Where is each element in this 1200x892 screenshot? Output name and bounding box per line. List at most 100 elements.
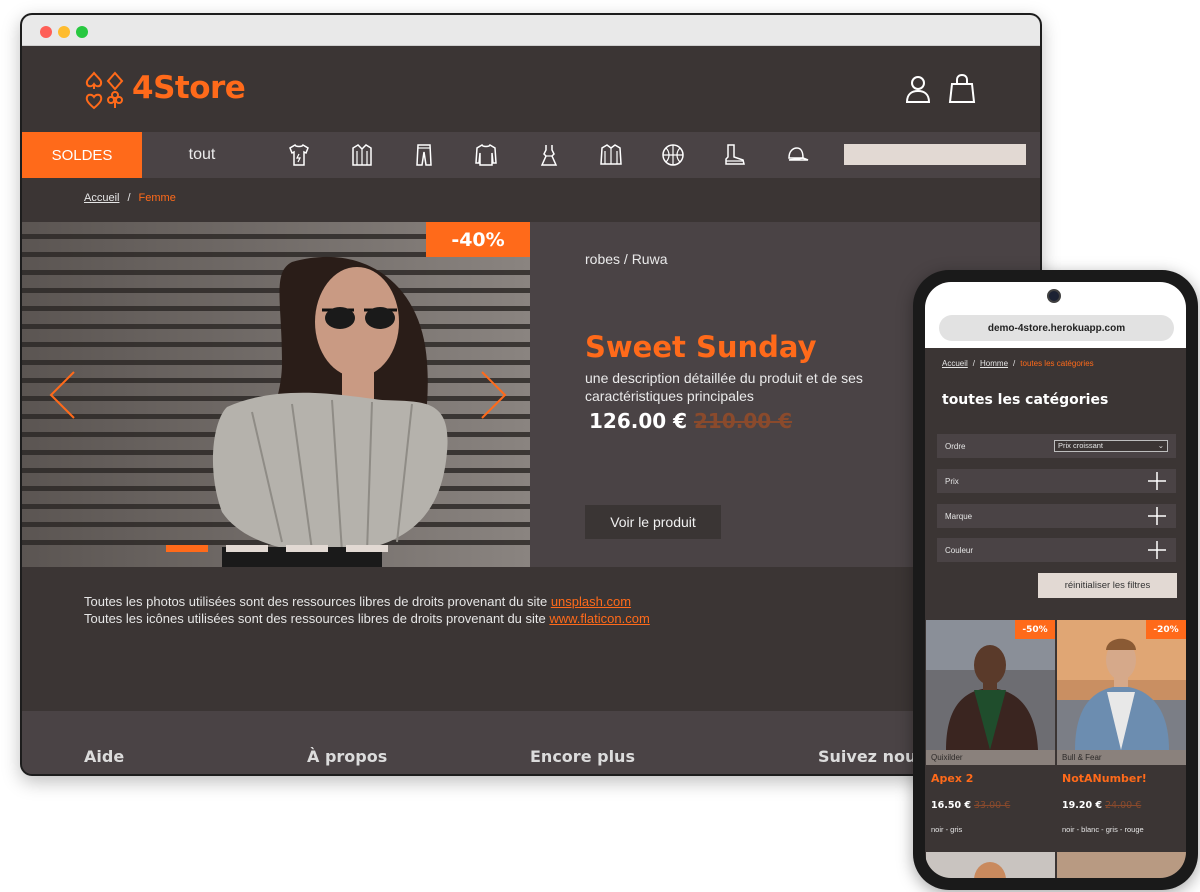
- shirt-icon[interactable]: [350, 143, 374, 167]
- footer-more-heading: Encore plus: [530, 747, 635, 766]
- credits-icons-text: Toutes les icônes utilisées sont des res…: [84, 611, 550, 626]
- credits: Toutes les photos utilisées sont des res…: [84, 593, 650, 627]
- unsplash-link[interactable]: unsplash.com: [551, 594, 631, 609]
- basketball-icon[interactable]: [661, 143, 685, 167]
- boot-icon[interactable]: [723, 143, 747, 167]
- mobile-phone-frame: demo-4store.herokuapp.com Accueil / Homme /…: [913, 270, 1198, 890]
- footer-follow-heading: Suivez nous: [818, 747, 926, 766]
- product-card-partial[interactable]: [926, 852, 1055, 878]
- filter-order: Ordre Prix croissant ⌄: [937, 434, 1176, 458]
- minimize-window-button[interactable]: [58, 26, 70, 38]
- breadcrumb-separator: /: [1013, 359, 1016, 368]
- filter-price[interactable]: Prix: [937, 469, 1176, 493]
- filter-brand[interactable]: Marque: [937, 504, 1176, 528]
- mobile-browser-bar: demo-4store.herokuapp.com: [925, 282, 1186, 348]
- user-account-icon[interactable]: [904, 74, 932, 104]
- product-brand: Quixilder: [926, 750, 1055, 765]
- maximize-window-button[interactable]: [76, 26, 88, 38]
- mobile-breadcrumb-current: toutes les catégories: [1020, 359, 1094, 368]
- carousel-indicator-4[interactable]: [346, 545, 388, 552]
- chevron-down-icon: ⌄: [1157, 441, 1164, 450]
- order-select[interactable]: Prix croissant ⌄: [1054, 440, 1168, 452]
- product-image: [1057, 620, 1186, 750]
- flaticon-link[interactable]: www.flaticon.com: [549, 611, 649, 626]
- carousel-indicator-2[interactable]: [226, 545, 268, 552]
- mobile-page-title: toutes les catégories: [942, 392, 1109, 408]
- footer-help-heading: Aide: [84, 747, 125, 766]
- breadcrumb-separator: /: [127, 192, 131, 204]
- breadcrumb-home-link[interactable]: Accueil: [84, 192, 119, 204]
- filter-order-label: Ordre: [945, 442, 966, 451]
- product-category: robes / Ruwa: [585, 251, 668, 267]
- product-old-price: 24.00 €: [1105, 800, 1142, 811]
- product-price: 126.00 €: [589, 409, 688, 433]
- pants-icon[interactable]: [412, 143, 436, 167]
- product-discount-badge: -50%: [1015, 620, 1055, 639]
- plus-icon[interactable]: [1148, 507, 1166, 525]
- mobile-breadcrumb: Accueil / Homme / toutes les catégories: [942, 359, 1094, 368]
- filter-color-label: Couleur: [945, 546, 974, 555]
- carousel-indicator-3[interactable]: [286, 545, 328, 552]
- product-title: Sweet Sunday: [585, 330, 817, 364]
- mobile-url-bar[interactable]: demo-4store.herokuapp.com: [939, 315, 1174, 341]
- reset-filters-button[interactable]: réinitialiser les filtres: [1038, 573, 1177, 598]
- front-camera: [1047, 289, 1061, 303]
- site-header: 4Store: [22, 46, 1040, 132]
- search-input[interactable]: [844, 144, 1026, 165]
- filter-price-label: Prix: [945, 477, 959, 486]
- jacket-icon[interactable]: [599, 143, 623, 167]
- carousel-indicator-1[interactable]: [166, 545, 208, 552]
- product-card-partial[interactable]: [1057, 852, 1186, 878]
- product-colors: noir - blanc - gris - rouge: [1062, 825, 1144, 834]
- product-colors: noir - gris: [931, 825, 963, 834]
- category-navbar: SOLDES tout: [22, 132, 1040, 178]
- dress-icon[interactable]: [537, 143, 561, 167]
- breadcrumb: Accueil / Femme: [84, 192, 176, 204]
- product-description: une description détaillée du produit et …: [585, 370, 863, 404]
- product-name[interactable]: Apex 2: [931, 772, 973, 785]
- desktop-browser-window: 4Store SOLDES tout Accueil / Femme -40% …: [20, 13, 1042, 776]
- site-footer: Aide À propos Encore plus Suivez nous: [22, 711, 1040, 774]
- logo[interactable]: 4Store: [84, 68, 246, 114]
- product-price: 19.20 €: [1062, 800, 1102, 811]
- t-shirt-icon[interactable]: [287, 143, 311, 167]
- product-card[interactable]: -50% Quixilder Apex 2 16.50 € 33.00 € no…: [926, 620, 1055, 846]
- footer-about-heading: À propos: [307, 747, 388, 766]
- shopping-bag-icon[interactable]: [948, 74, 976, 104]
- product-card[interactable]: -20% Bull & Fear NotANumber! 19.20 € 24.…: [1057, 620, 1186, 846]
- mobile-breadcrumb-home[interactable]: Accueil: [942, 359, 968, 368]
- mobile-breadcrumb-homme[interactable]: Homme: [980, 359, 1008, 368]
- mobile-screen: demo-4store.herokuapp.com Accueil / Homme /…: [925, 282, 1186, 878]
- product-discount-badge: -20%: [1146, 620, 1186, 639]
- product-brand: Bull & Fear: [1057, 750, 1186, 765]
- filter-color[interactable]: Couleur: [937, 538, 1176, 562]
- product-old-price: 210.00 €: [694, 409, 793, 433]
- hero-product-image: [22, 222, 530, 567]
- product-image: [926, 620, 1055, 750]
- close-window-button[interactable]: [40, 26, 52, 38]
- carousel-prev-arrow-icon[interactable]: [48, 370, 76, 420]
- order-select-value: Prix croissant: [1058, 441, 1104, 450]
- product-price: 16.50 €: [931, 800, 971, 811]
- plus-icon[interactable]: [1148, 472, 1166, 490]
- browser-titlebar: [22, 15, 1040, 46]
- cap-icon[interactable]: [785, 143, 809, 167]
- hero-photo: [22, 222, 530, 567]
- carousel-next-arrow-icon[interactable]: [480, 370, 508, 420]
- brand-name: 4Store: [132, 70, 246, 106]
- product-photo: [974, 862, 1006, 878]
- product-name[interactable]: NotANumber!: [1062, 772, 1147, 785]
- breadcrumb-separator: /: [972, 359, 976, 368]
- card-suits-logo-icon: [85, 71, 124, 110]
- hero-discount-badge: -40%: [426, 222, 530, 257]
- plus-icon[interactable]: [1148, 541, 1166, 559]
- credits-photos-text: Toutes les photos utilisées sont des res…: [84, 594, 551, 609]
- product-photo: [1057, 620, 1186, 750]
- view-product-button[interactable]: Voir le produit: [585, 505, 721, 539]
- product-photo: [926, 620, 1055, 750]
- breadcrumb-current: Femme: [138, 192, 176, 204]
- nav-soldes[interactable]: SOLDES: [22, 132, 142, 178]
- nav-tout[interactable]: tout: [142, 132, 262, 178]
- sweater-icon[interactable]: [474, 143, 498, 167]
- filter-brand-label: Marque: [945, 512, 973, 521]
